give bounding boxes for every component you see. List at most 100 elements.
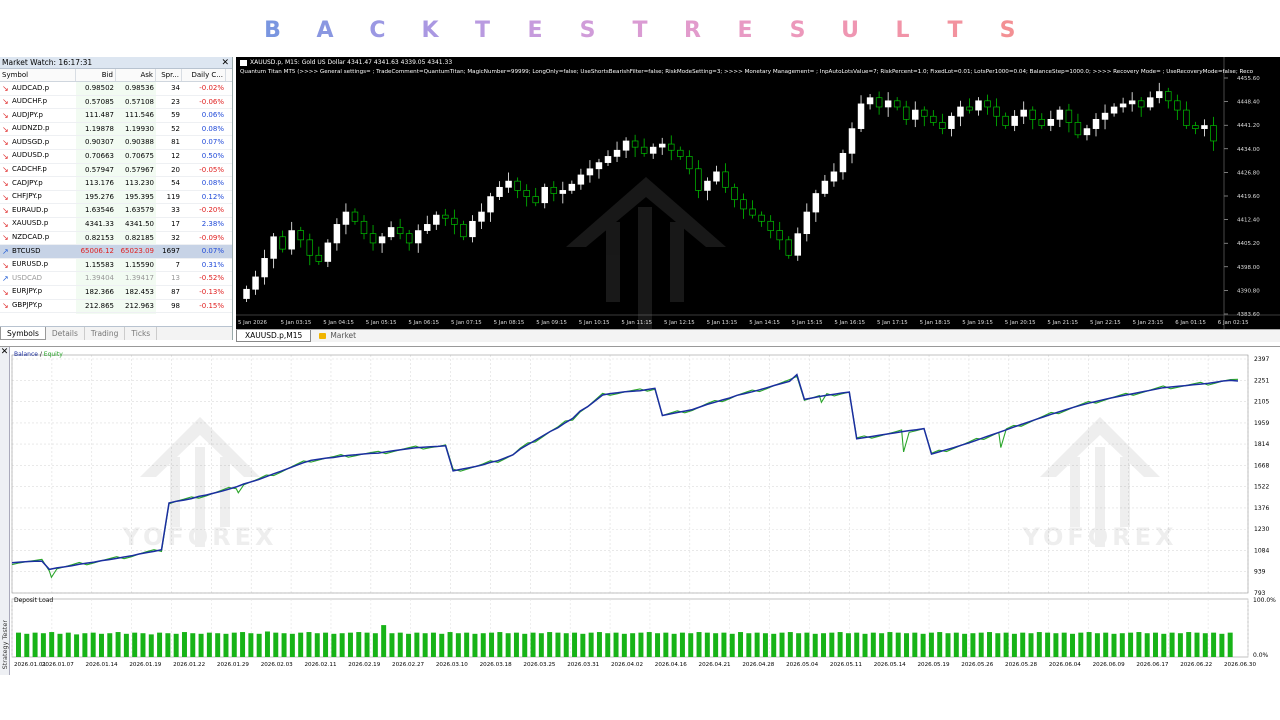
table-row[interactable]: ↘ NZDCAD.p 0.82153 0.82185 32 -0.09% bbox=[0, 231, 232, 246]
symbol-name: AUDNZD.p bbox=[12, 124, 50, 133]
price-chart[interactable]: 4455.60 4448.40 4441.20 4434.00 4426.80 4419.… bbox=[236, 57, 1280, 329]
column-daily-change[interactable]: Daily C... bbox=[182, 69, 226, 81]
tab-xauusd-m15[interactable]: XAUUSD.p,M15 bbox=[236, 330, 312, 342]
daily-change-cell: 0.08% bbox=[201, 124, 224, 133]
title-letter: A bbox=[316, 18, 334, 43]
table-row[interactable]: ↘ AUDNZD.p 1.19878 1.19930 52 0.08% bbox=[0, 122, 232, 137]
column-bid[interactable]: Bid bbox=[76, 69, 116, 81]
candle-body bbox=[658, 143, 666, 148]
candle bbox=[722, 163, 729, 193]
tab-trading[interactable]: Trading bbox=[85, 327, 126, 340]
tester-side-label[interactable]: Strategy Tester bbox=[1, 620, 9, 669]
table-row[interactable]: ↘GBPAUD.p1.909001.9095151-0.22% bbox=[0, 313, 232, 314]
deposit-bar bbox=[580, 633, 586, 657]
deposit-bar bbox=[165, 633, 171, 657]
table-row[interactable]: ↘ EURUSD.p 1.15583 1.15590 7 0.31% bbox=[0, 258, 232, 273]
symbol-cell: ↘ EURAUD.p bbox=[0, 204, 76, 217]
tab-ticks[interactable]: Ticks bbox=[125, 327, 158, 340]
watermark-pillar bbox=[606, 222, 620, 302]
daily-change-cell: 2.38% bbox=[201, 219, 224, 228]
symbol-cell: ↘ CHFJPY.p bbox=[0, 191, 76, 204]
table-row[interactable]: ↘ GBPJPY.p 212.865 212.963 98 -0.15% bbox=[0, 299, 232, 314]
table-row[interactable]: ↘ CADJPY.p 113.176 113.230 54 0.08% bbox=[0, 177, 232, 191]
table-row[interactable]: ↘ AUDUSD.p 0.70663 0.70675 12 0.50% bbox=[0, 149, 232, 164]
candle bbox=[378, 233, 386, 253]
candle bbox=[1020, 101, 1027, 124]
table-row[interactable]: ↘ XAUUSD.p 4341.33 4341.50 17 2.38% bbox=[0, 217, 232, 232]
candle bbox=[387, 221, 395, 241]
candle-body bbox=[378, 236, 386, 244]
table-row[interactable]: ↘ AUDCHF.p 0.57085 0.57108 23 -0.06% bbox=[0, 95, 232, 110]
symbol-cell: ↘ NZDCAD.p bbox=[0, 232, 76, 245]
close-icon[interactable]: ✕ bbox=[0, 347, 9, 357]
date-label: 2026.05.28 bbox=[1005, 662, 1037, 668]
candle bbox=[1101, 104, 1109, 130]
market-watch-tabs: Symbols Details Trading Ticks bbox=[0, 326, 232, 340]
table-row[interactable]: ↗ BTCUSD 65006.12 65023.09 1697 0.07% bbox=[0, 245, 232, 259]
chart-header: XAUUSD.p, M15: Gold US Dollar 4341.47 43… bbox=[240, 59, 452, 66]
deposit-bar bbox=[547, 632, 553, 657]
deposit-bar bbox=[555, 632, 561, 657]
symbol-name: BTCUSD bbox=[12, 246, 41, 255]
symbol-cell: ↗ USDCAD bbox=[0, 272, 76, 285]
tab-symbols[interactable]: Symbols bbox=[0, 327, 46, 340]
table-row[interactable]: ↗ USDCAD 1.39404 1.39417 13 -0.52% bbox=[0, 272, 232, 286]
deposit-bar bbox=[1061, 632, 1067, 657]
daily-change-cell: -0.13% bbox=[199, 287, 224, 296]
candle-body bbox=[568, 183, 576, 191]
tab-details[interactable]: Details bbox=[46, 327, 85, 340]
table-row[interactable]: ↘ EURAUD.p 1.63546 1.63579 33 -0.20% bbox=[0, 204, 232, 218]
time-label: 5 Jan 14:15 bbox=[749, 320, 780, 326]
table-row[interactable]: ↘ AUDSGD.p 0.90307 0.90388 81 0.07% bbox=[0, 136, 232, 150]
table-row[interactable]: ↘ CADCHF.p 0.57947 0.57967 20 -0.05% bbox=[0, 163, 232, 178]
time-label: 5 Jan 2026 bbox=[238, 320, 267, 326]
deposit-bar bbox=[605, 633, 611, 657]
date-label: 2026.01.14 bbox=[86, 662, 118, 668]
symbol-name: AUDCHF.p bbox=[12, 97, 48, 106]
arrow-down-icon: ↘ bbox=[2, 110, 9, 120]
deposit-bar bbox=[190, 633, 196, 657]
table-row[interactable]: ↘ AUDJPY.p 111.487 111.546 59 0.06% bbox=[0, 109, 232, 123]
candle-body bbox=[668, 143, 675, 151]
candle-body bbox=[1065, 109, 1073, 123]
deposit-bar bbox=[1053, 633, 1059, 657]
daily-change-cell: -0.09% bbox=[199, 233, 224, 242]
candle-body bbox=[884, 100, 892, 108]
candle bbox=[884, 92, 892, 117]
deposit-bar bbox=[356, 632, 362, 657]
close-icon[interactable]: ✕ bbox=[221, 57, 229, 69]
symbol-cell: ↘ EURJPY.p bbox=[0, 286, 76, 299]
price-chart-canvas[interactable]: 4455.60 4448.40 4441.20 4434.00 4426.80 4419.… bbox=[236, 57, 1280, 329]
table-row[interactable]: ↘ EURJPY.p 182.366 182.453 87 -0.13% bbox=[0, 285, 232, 300]
candle bbox=[442, 208, 449, 226]
candle bbox=[595, 158, 603, 179]
column-ask[interactable]: Ask bbox=[116, 69, 156, 81]
table-row[interactable]: ↘ CHFJPY.p 195.276 195.395 119 0.12% bbox=[0, 190, 232, 205]
candle-body bbox=[821, 180, 829, 194]
deposit-bar bbox=[74, 634, 80, 657]
candle bbox=[1092, 113, 1100, 137]
arrow-down-icon: ↘ bbox=[2, 287, 9, 297]
deposit-bar bbox=[729, 633, 735, 657]
candle bbox=[1029, 106, 1036, 130]
tab-market[interactable]: Market bbox=[311, 330, 364, 342]
candle-body bbox=[451, 217, 458, 225]
ask-cell: 65023.09 bbox=[116, 245, 156, 258]
deposit-bar bbox=[796, 633, 802, 657]
title-letter: T bbox=[474, 18, 490, 43]
candle bbox=[369, 225, 377, 251]
deposit-bar bbox=[16, 632, 21, 657]
ask-cell: 0.57108 bbox=[116, 95, 156, 109]
deposit-bar bbox=[596, 632, 602, 657]
candle-body bbox=[921, 109, 928, 117]
column-spread[interactable]: Spr... bbox=[156, 69, 182, 81]
column-symbol[interactable]: Symbol bbox=[0, 69, 76, 81]
deposit-bar bbox=[57, 633, 63, 657]
table-row[interactable]: ↘ AUDCAD.p 0.98502 0.98536 34 -0.02% bbox=[0, 82, 232, 96]
arrow-down-icon: ↘ bbox=[2, 83, 9, 93]
candle-body bbox=[505, 180, 512, 188]
symbol-name: EURUSD.p bbox=[12, 260, 49, 269]
title-letter: E bbox=[527, 18, 543, 43]
deposit-bar bbox=[663, 632, 669, 657]
legend-balance: Balance bbox=[14, 351, 38, 358]
